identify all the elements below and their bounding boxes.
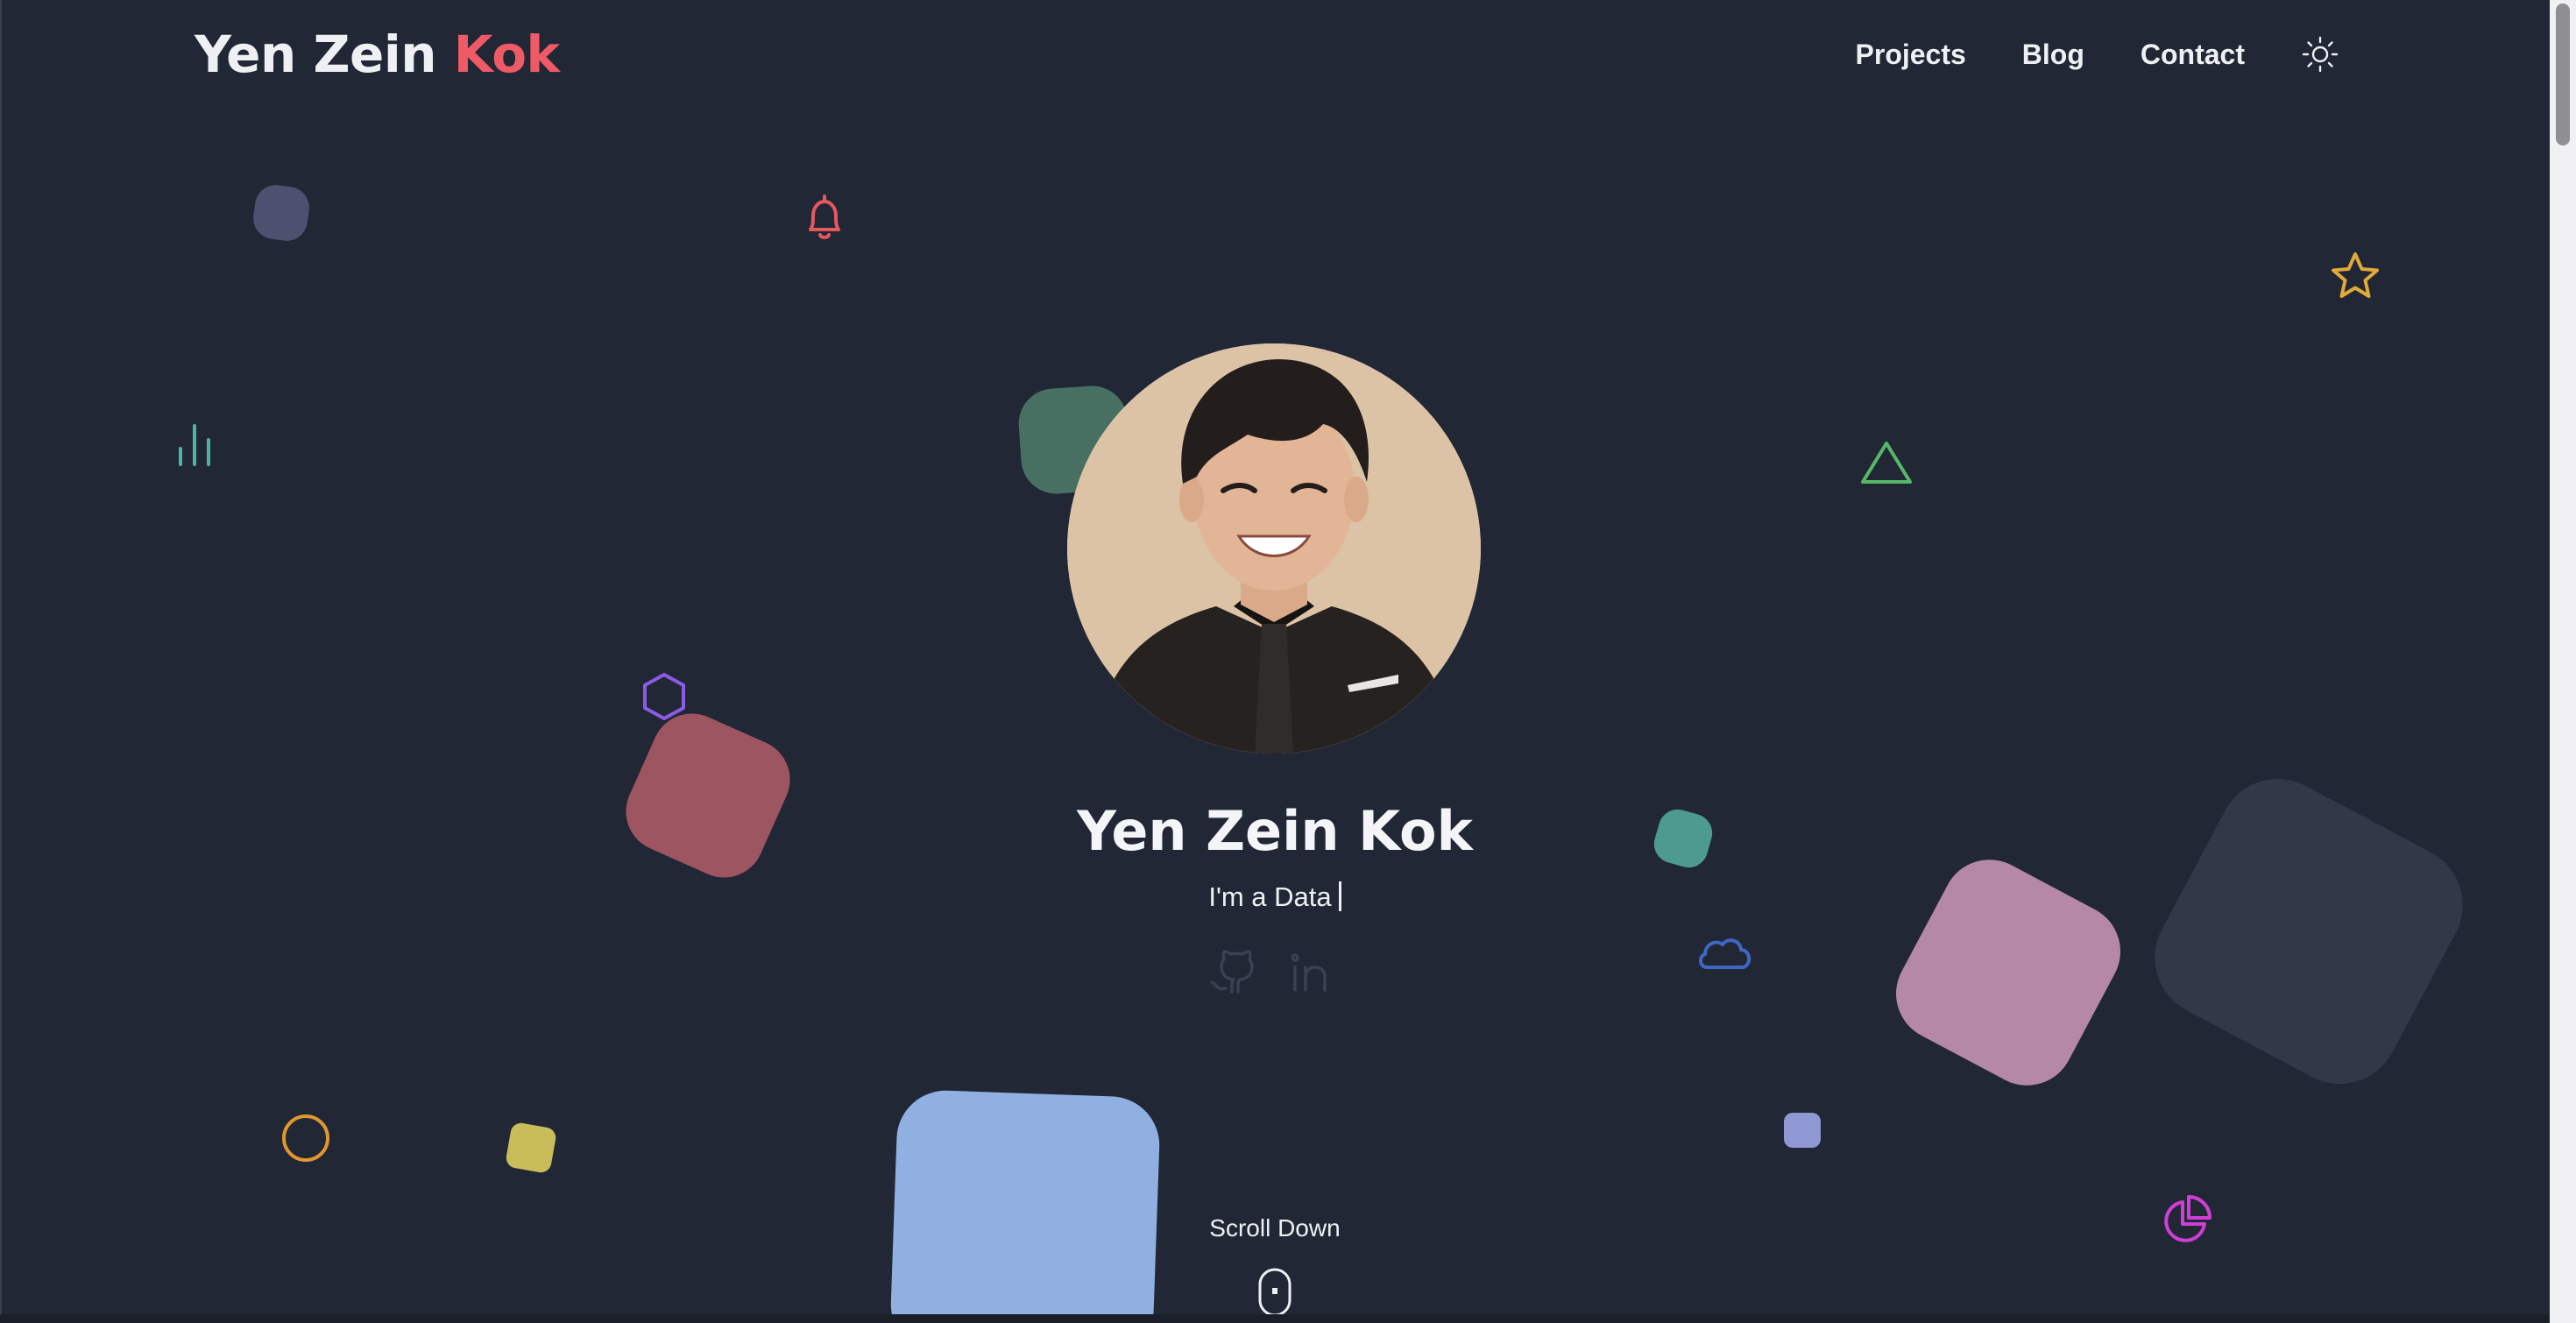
linkedin-link[interactable] [1288, 948, 1337, 1001]
bell-icon [809, 195, 840, 239]
site-logo[interactable]: Yen Zein Kok [195, 25, 560, 84]
triangle-icon [1861, 442, 1912, 484]
github-icon [1210, 950, 1254, 994]
typing-cursor [1338, 881, 1341, 911]
hero-name: Yen Zein Kok [1077, 799, 1473, 863]
bottom-edge [0, 1314, 2550, 1323]
profile-portrait [1067, 343, 1481, 753]
nav-projects-link[interactable]: Projects [1856, 39, 1966, 71]
decor-blob-slate-small [250, 181, 313, 244]
hero-role-text: I'm a Data [1208, 881, 1332, 912]
window-edge [0, 0, 2, 1323]
nav-contact-link[interactable]: Contact [2141, 39, 2245, 71]
linkedin-icon [1291, 953, 1327, 992]
github-link[interactable] [1207, 948, 1256, 1001]
logo-first-name: Yen Zein [195, 25, 454, 84]
page-scrollbar[interactable] [2550, 0, 2576, 1323]
scrollbar-thumb[interactable] [2556, 4, 2570, 145]
page: Yen Zein Kok Projects Blog Contact Yen Z… [0, 0, 2576, 1323]
decor-blob-yellow-small [504, 1121, 558, 1175]
scroll-down-label: Scroll Down [1209, 1214, 1341, 1242]
mouse-scroll-icon[interactable] [1256, 1267, 1293, 1318]
hero-role-line: I'm a Data [0, 881, 2550, 913]
sun-icon [2302, 36, 2339, 73]
cloud-icon [1699, 938, 1752, 969]
hexagon-icon [643, 673, 685, 720]
nav-blog-link[interactable]: Blog [2022, 39, 2084, 71]
circle-icon [282, 1114, 329, 1162]
theme-toggle-button[interactable] [2301, 35, 2339, 74]
bar-chart-icon [179, 424, 210, 466]
decor-blob-lavender-small [1784, 1113, 1821, 1148]
logo-accent-name: Kok [453, 25, 560, 84]
main-nav: Projects Blog Contact [1856, 35, 2339, 74]
star-icon [2332, 252, 2379, 298]
decor-blob-blue-large [888, 1088, 1162, 1323]
profile-avatar [1067, 343, 1481, 753]
social-links [1207, 948, 1337, 1001]
